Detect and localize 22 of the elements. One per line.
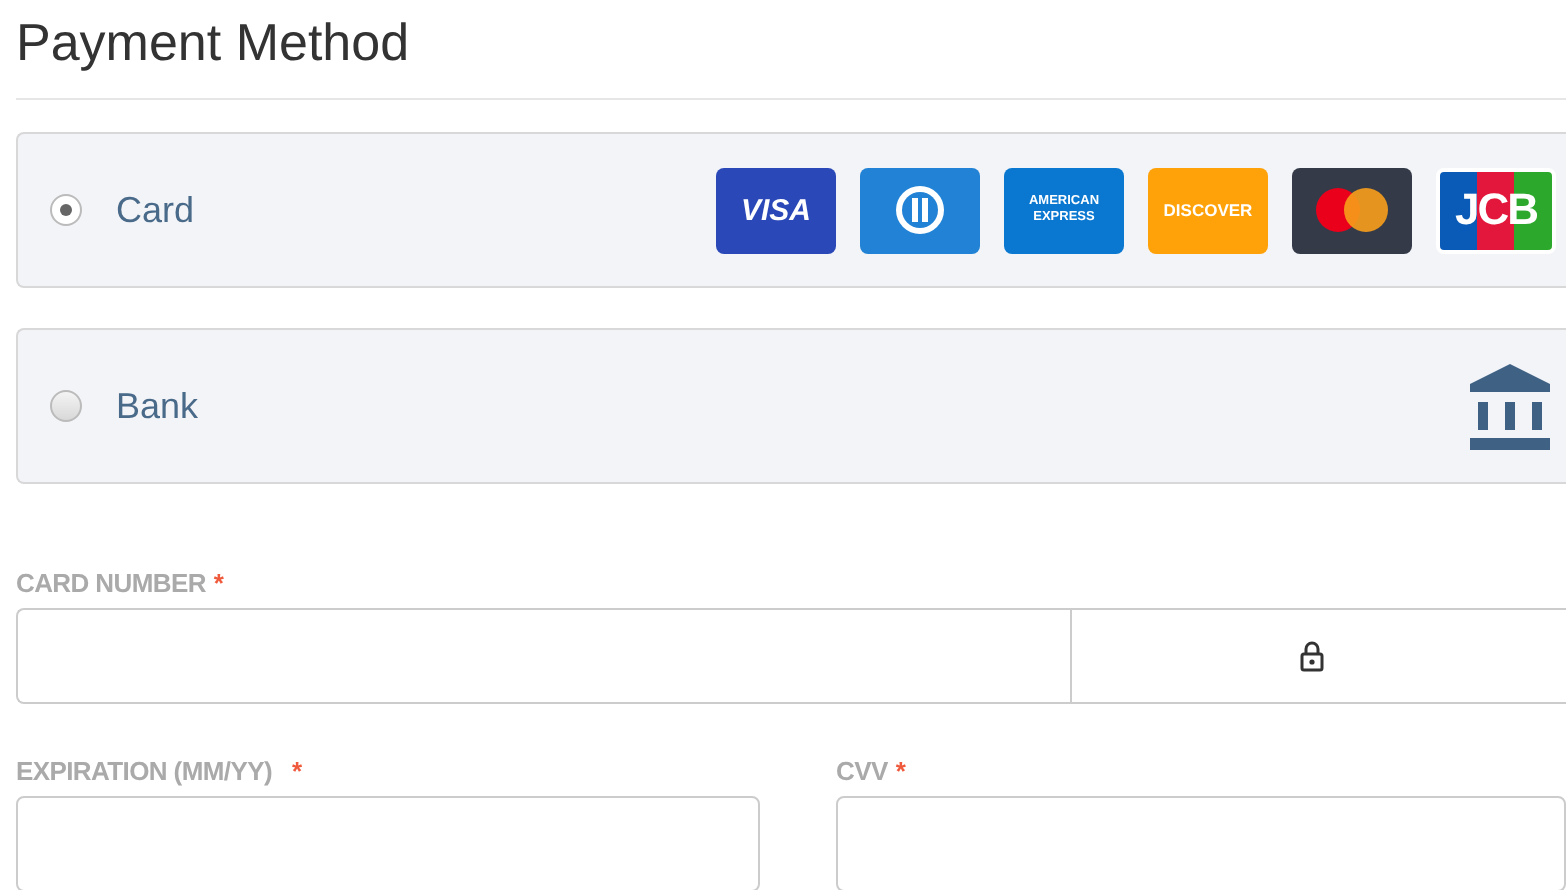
- field-label: CVV: [836, 756, 888, 786]
- required-mark: *: [895, 756, 906, 786]
- visa-logo: VISA: [716, 167, 836, 253]
- field-label: EXPIRATION (MM/YY): [16, 756, 272, 786]
- option-label: Card: [116, 189, 197, 231]
- discover-logo: DISCOVER: [1148, 167, 1268, 253]
- input-field[interactable]: [836, 796, 1566, 890]
- lock-icon: [1299, 640, 1323, 672]
- required-mark: *: [291, 756, 303, 786]
- input-field[interactable]: [16, 796, 760, 890]
- radio-button[interactable]: [50, 390, 82, 422]
- diners-logo: [860, 167, 980, 253]
- bank-icon: [1470, 363, 1550, 449]
- card-number-field[interactable]: [16, 608, 1566, 704]
- page-title: Payment Method: [16, 12, 1566, 100]
- field-label: CARD NUMBER: [16, 568, 206, 598]
- option-label: Bank: [116, 385, 201, 427]
- jcb-logo: JCB: [1436, 167, 1556, 253]
- required-mark: *: [213, 568, 224, 598]
- radio-button[interactable]: [50, 194, 82, 226]
- mastercard-logo: [1292, 167, 1412, 253]
- payment-option[interactable]: Bank: [16, 328, 1566, 484]
